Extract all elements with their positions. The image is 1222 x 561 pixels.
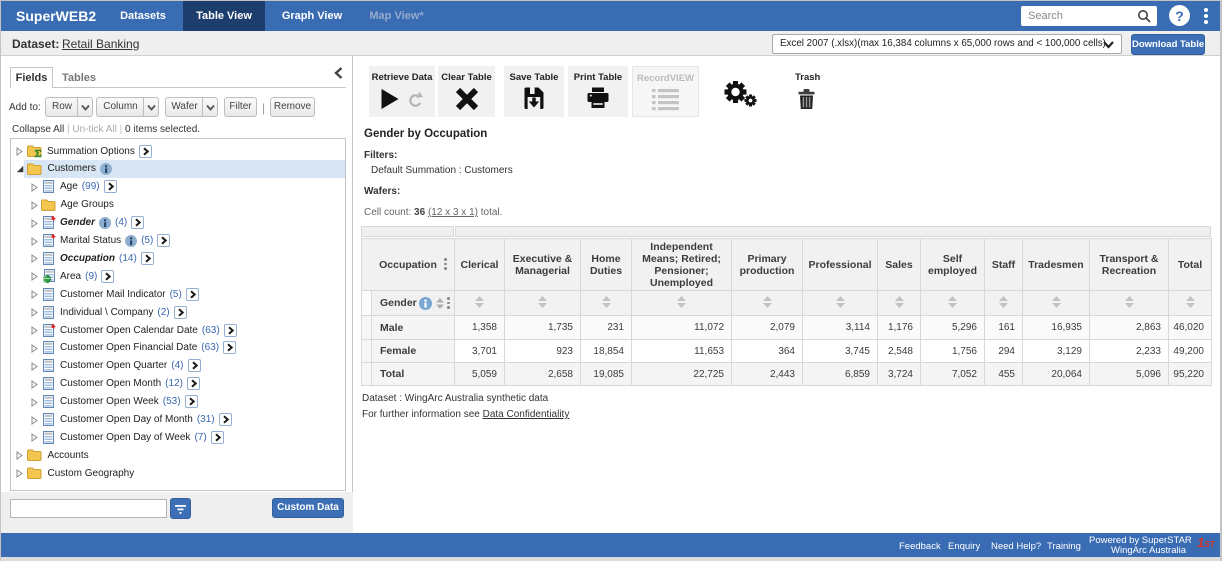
- svg-text:Σ: Σ: [34, 148, 41, 158]
